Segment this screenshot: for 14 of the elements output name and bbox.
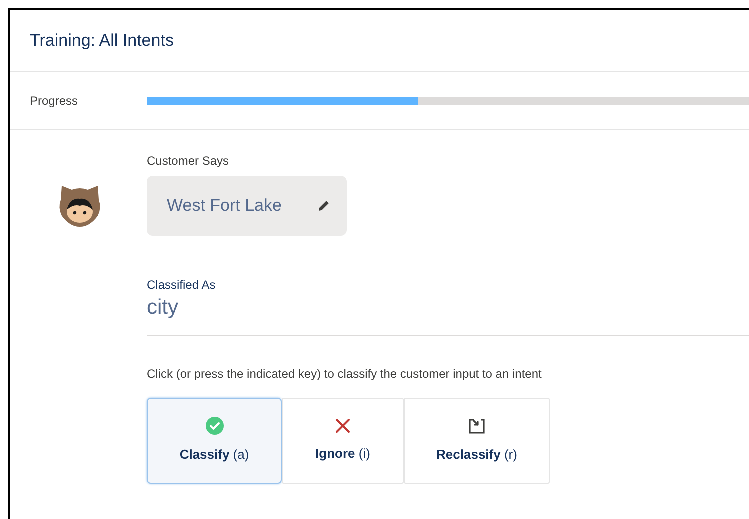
- instruction-text: Click (or press the indicated key) to classify the customer input to an intent: [147, 366, 543, 383]
- check-circle-icon: [206, 417, 224, 436]
- panel-title: Training: All Intents: [30, 30, 174, 52]
- close-icon: [335, 418, 351, 434]
- progress-label: Progress: [29, 92, 80, 110]
- classify-action-button[interactable]: Classify (a): [147, 398, 282, 484]
- classified-intent: city: [147, 295, 180, 321]
- classify-action-button[interactable]: Reclassify (r): [404, 398, 550, 484]
- customer-says-label: Customer Says: [147, 153, 230, 170]
- pencil-icon: [317, 199, 331, 213]
- classified-as-label: Classified As: [147, 277, 217, 294]
- move-into-box-icon: [468, 417, 486, 436]
- utterance-field[interactable]: West Fort Lake: [147, 176, 347, 236]
- classify-action-button[interactable]: Ignore (i): [282, 398, 404, 484]
